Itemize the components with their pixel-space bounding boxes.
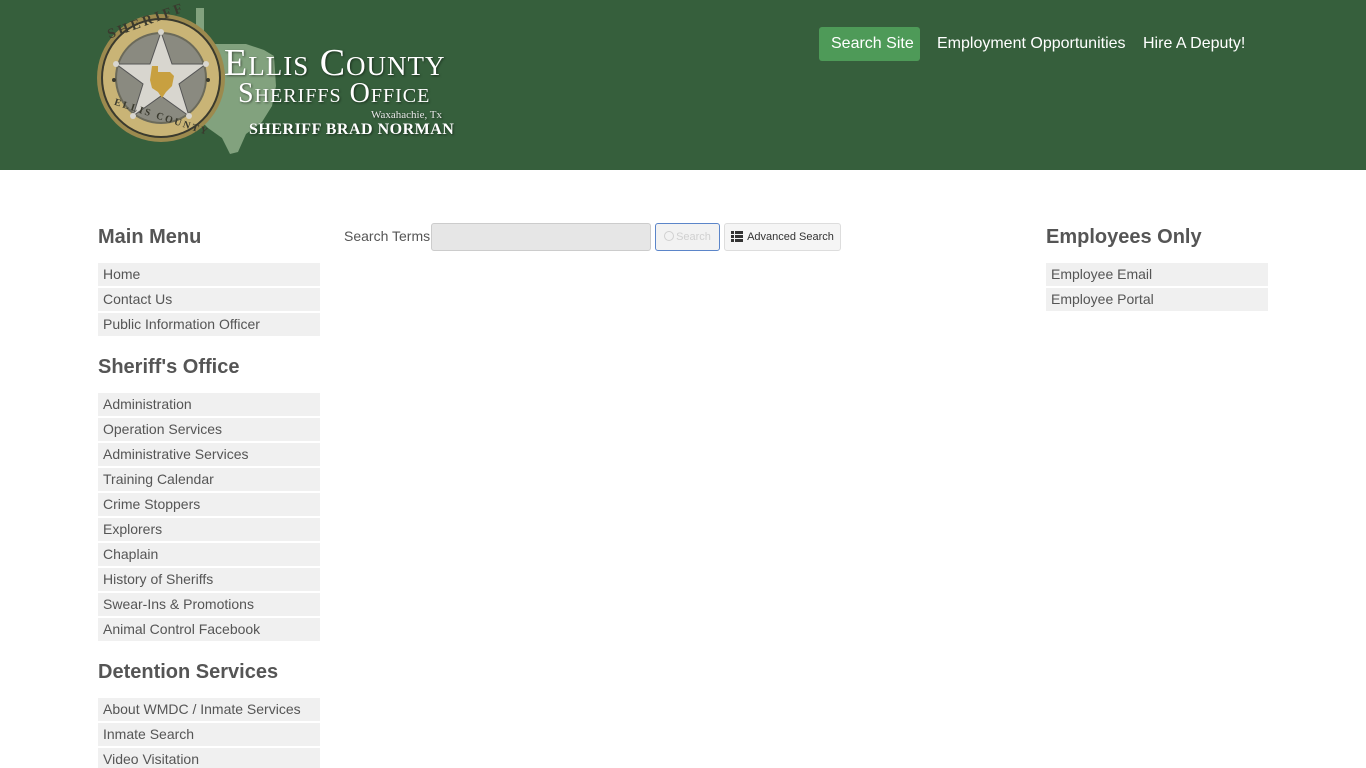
- nav-search-site[interactable]: Search Site: [819, 27, 920, 61]
- menu-item-administration[interactable]: Administration: [98, 393, 320, 416]
- menu-item-administrative-services[interactable]: Administrative Services: [98, 443, 320, 466]
- menu-item-swear-ins-promotions[interactable]: Swear-Ins & Promotions: [98, 593, 320, 616]
- menu-item-history-of-sheriffs[interactable]: History of Sheriffs: [98, 568, 320, 591]
- logo-location: Waxahachie, Tx: [371, 109, 442, 121]
- menu-item-crime-stoppers[interactable]: Crime Stoppers: [98, 493, 320, 516]
- sheriff-logo[interactable]: SHERIFF ELLIS COUNTY Ellis County Sherif…: [96, 1, 486, 158]
- left-sidebar: Main Menu Home Contact Us Public Informa…: [98, 222, 320, 768]
- search-input[interactable]: [431, 223, 651, 251]
- menu-item-explorers[interactable]: Explorers: [98, 518, 320, 541]
- advanced-search-button[interactable]: Advanced Search: [724, 223, 841, 251]
- logo-sheriff-name: SHERIFF BRAD NORMAN: [249, 121, 455, 138]
- section-title-sheriffs-office: Sheriff's Office: [98, 356, 240, 378]
- nav-hire-a-deputy[interactable]: Hire A Deputy!: [1131, 27, 1257, 61]
- menu-item-inmate-search[interactable]: Inmate Search: [98, 723, 320, 746]
- right-sidebar: Employees Only Employee Email Employee P…: [1046, 222, 1268, 322]
- menu-item-operation-services[interactable]: Operation Services: [98, 418, 320, 441]
- advanced-search-label: Advanced Search: [747, 231, 834, 243]
- logo-subtitle: Sheriffs Office: [238, 78, 431, 109]
- menu-item-employee-email[interactable]: Employee Email: [1046, 263, 1268, 286]
- menu-item-chaplain[interactable]: Chaplain: [98, 543, 320, 566]
- list-icon: [731, 231, 744, 242]
- search-icon: [664, 231, 675, 241]
- search-terms-label: Search Terms:: [344, 228, 434, 244]
- menu-item-animal-control-facebook[interactable]: Animal Control Facebook: [98, 618, 320, 641]
- menu-item-about-wmdc[interactable]: About WMDC / Inmate Services: [98, 698, 320, 721]
- menu-item-home[interactable]: Home: [98, 263, 320, 286]
- search-button-label: Search: [676, 231, 711, 243]
- section-title-employees-only: Employees Only: [1046, 226, 1202, 248]
- section-title-main-menu: Main Menu: [98, 226, 202, 248]
- menu-item-training-calendar[interactable]: Training Calendar: [98, 468, 320, 491]
- menu-item-contact-us[interactable]: Contact Us: [98, 288, 320, 311]
- search-button[interactable]: Search: [655, 223, 720, 251]
- section-title-detention-services: Detention Services: [98, 661, 279, 683]
- menu-item-video-visitation[interactable]: Video Visitation: [98, 748, 320, 768]
- nav-employment-opportunities[interactable]: Employment Opportunities: [925, 27, 1138, 61]
- site-header: SHERIFF ELLIS COUNTY Ellis County Sherif…: [0, 0, 1366, 170]
- menu-item-public-information-officer[interactable]: Public Information Officer: [98, 313, 320, 336]
- menu-item-employee-portal[interactable]: Employee Portal: [1046, 288, 1268, 311]
